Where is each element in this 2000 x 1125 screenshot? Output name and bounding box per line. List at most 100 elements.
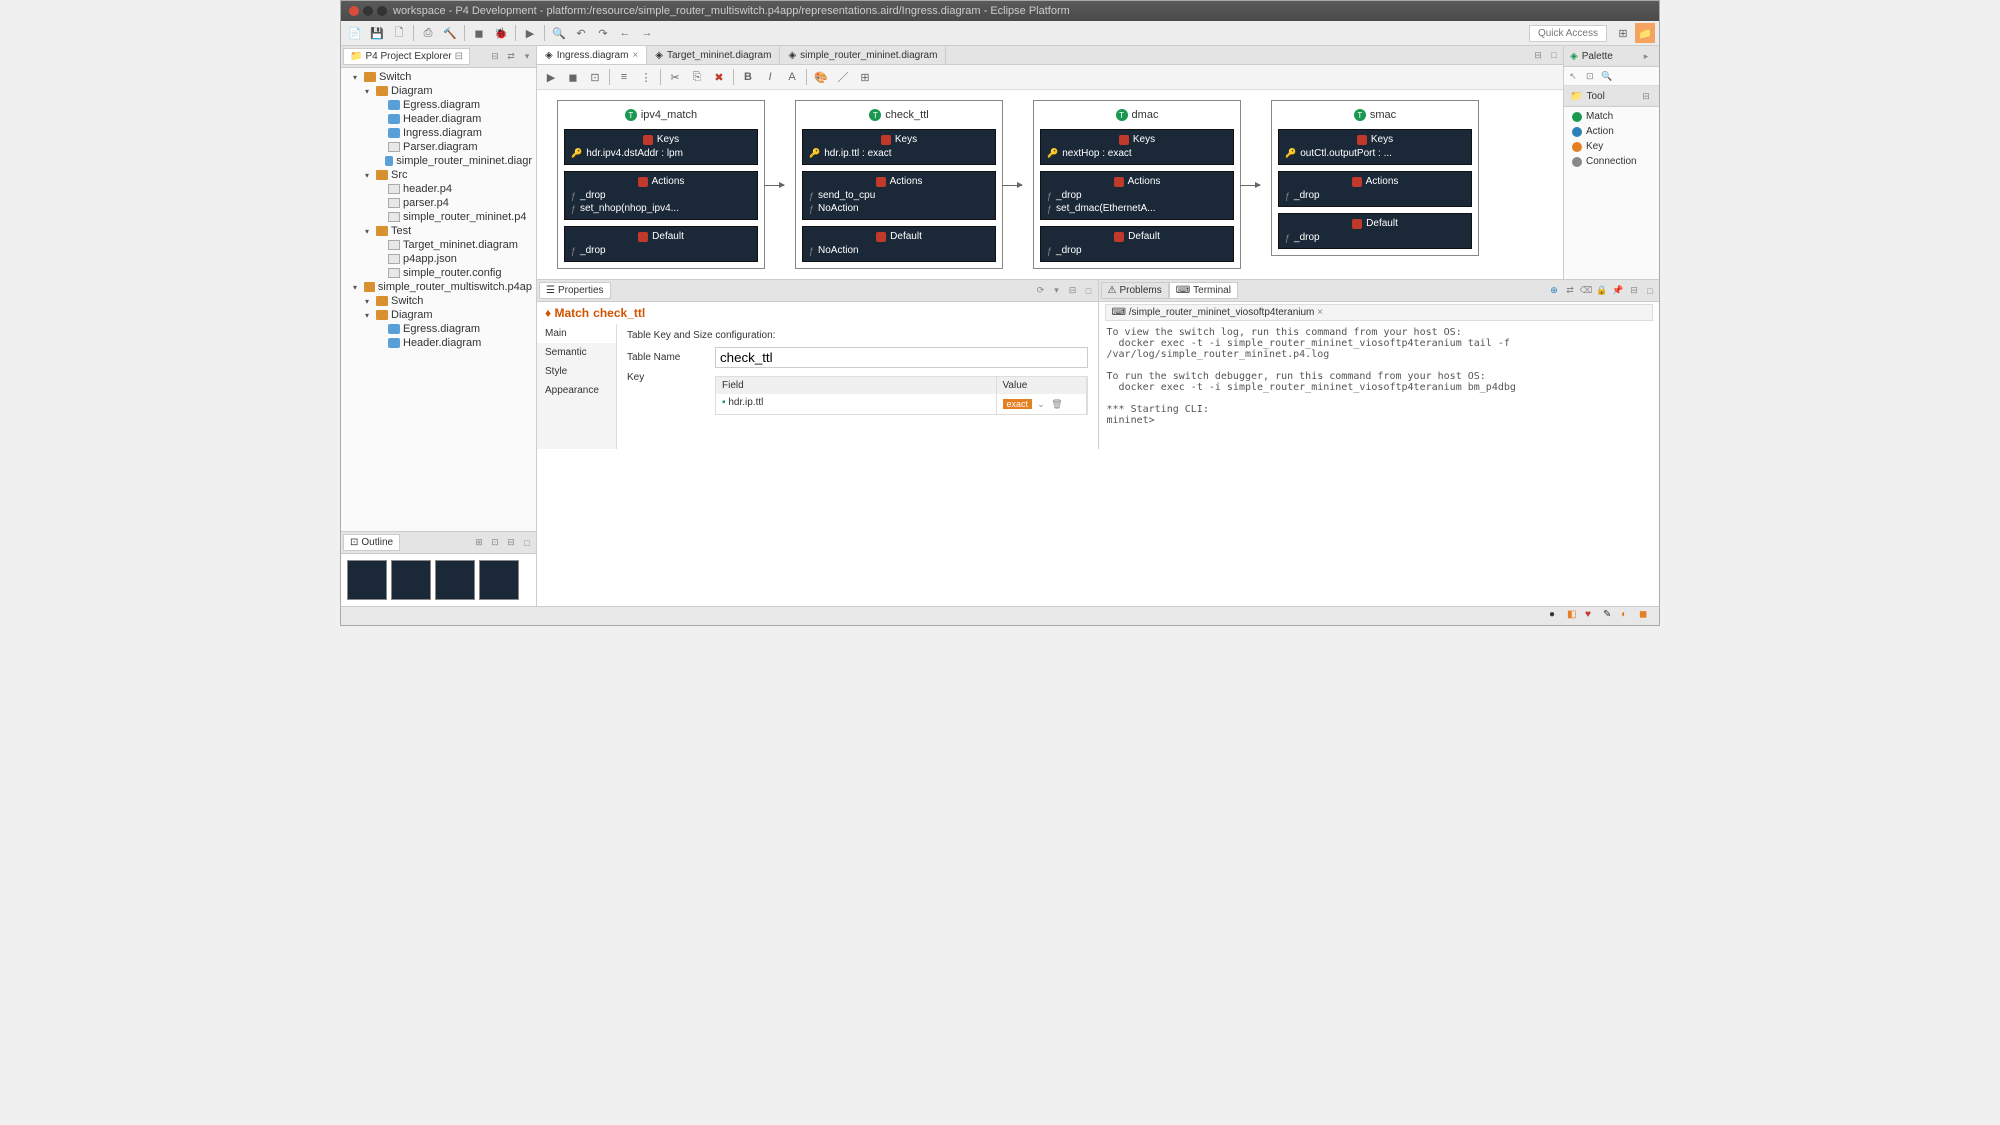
line-color-button[interactable]: ／ bbox=[833, 67, 853, 87]
open-perspective-button[interactable]: ⊞ bbox=[1613, 23, 1633, 43]
clear-button[interactable]: ⌫ bbox=[1579, 284, 1593, 298]
minimize-window-icon[interactable] bbox=[363, 6, 373, 16]
maximize-window-icon[interactable] bbox=[377, 6, 387, 16]
stop-button[interactable]: ◼ bbox=[469, 23, 489, 43]
outline-tab[interactable]: ⊡ Outline bbox=[343, 534, 400, 551]
save-button[interactable]: 💾 bbox=[367, 23, 387, 43]
font-button[interactable]: A bbox=[782, 67, 802, 87]
status-icon[interactable]: ✎ bbox=[1603, 609, 1617, 623]
tree-item[interactable]: simple_router_mininet.diagr bbox=[345, 154, 532, 168]
project-tree[interactable]: ▾Switch▾DiagramEgress.diagramHeader.diag… bbox=[341, 68, 536, 531]
undo-button[interactable]: ↶ bbox=[571, 23, 591, 43]
tree-item[interactable]: parser.p4 bbox=[345, 196, 532, 210]
maximize-icon[interactable]: □ bbox=[1082, 284, 1096, 298]
view-menu-button[interactable]: ▾ bbox=[520, 50, 534, 64]
collapse-all-button[interactable]: ⊟ bbox=[488, 50, 502, 64]
tree-item[interactable]: header.p4 bbox=[345, 182, 532, 196]
new-terminal-button[interactable]: ⊕ bbox=[1547, 284, 1561, 298]
pin-button[interactable]: 📌 bbox=[1611, 284, 1625, 298]
run-button[interactable]: ▶ bbox=[520, 23, 540, 43]
tree-item[interactable]: simple_router.config bbox=[345, 266, 532, 280]
status-icon[interactable]: ● bbox=[1549, 609, 1563, 623]
debug-button[interactable]: 🐞 bbox=[491, 23, 511, 43]
action-item[interactable]: ƒ_drop bbox=[1285, 189, 1465, 202]
properties-side-tab[interactable]: Appearance bbox=[537, 381, 616, 400]
terminal-session-tab[interactable]: ⌨ /simple_router_mininet_viosoftp4terani… bbox=[1105, 304, 1654, 321]
outline-thumb[interactable] bbox=[347, 560, 387, 600]
action-item[interactable]: ƒset_dmac(EthernetA... bbox=[1047, 202, 1227, 215]
palette-group-header[interactable]: 📁 Tool ⊟ bbox=[1564, 86, 1659, 107]
palette-item[interactable]: Action bbox=[1568, 124, 1655, 139]
tree-item[interactable]: ▾Src bbox=[345, 168, 532, 182]
diagram-node[interactable]: TdmacKeys🔑nextHop : exactActionsƒ_dropƒs… bbox=[1033, 100, 1241, 269]
problems-tab[interactable]: ⚠ Problems bbox=[1101, 282, 1169, 299]
tree-item[interactable]: Header.diagram bbox=[345, 336, 532, 350]
scroll-lock-button[interactable]: 🔒 bbox=[1595, 284, 1609, 298]
diagram-node[interactable]: Tipv4_matchKeys🔑hdr.ipv4.dstAddr : lpmAc… bbox=[557, 100, 765, 269]
italic-button[interactable]: I bbox=[760, 67, 780, 87]
action-item[interactable]: ƒsend_to_cpu bbox=[809, 189, 989, 202]
zoom-fit-button[interactable]: ⊡ bbox=[585, 67, 605, 87]
diagram-node[interactable]: Tcheck_ttlKeys🔑hdr.ip.ttl : exactActions… bbox=[795, 100, 1003, 269]
tree-item[interactable]: ▾Diagram bbox=[345, 308, 532, 322]
terminal-tab[interactable]: ⌨ Terminal bbox=[1169, 282, 1238, 299]
diagram-canvas[interactable]: Tipv4_matchKeys🔑hdr.ipv4.dstAddr : lpmAc… bbox=[537, 90, 1563, 279]
status-icon[interactable]: ◧ bbox=[1567, 609, 1581, 623]
tree-item[interactable]: Target_mininet.diagram bbox=[345, 238, 532, 252]
palette-item[interactable]: Match bbox=[1568, 109, 1655, 124]
chevron-icon[interactable]: ⊟ bbox=[1639, 89, 1653, 103]
default-item[interactable]: ƒ_drop bbox=[571, 244, 751, 257]
editor-tab[interactable]: ◈simple_router_mininet.diagram bbox=[780, 46, 946, 64]
table-name-input[interactable] bbox=[715, 347, 1088, 368]
properties-side-tab[interactable]: Semantic bbox=[537, 343, 616, 362]
maximize-icon[interactable]: □ bbox=[520, 536, 534, 550]
tree-item[interactable]: Egress.diagram bbox=[345, 322, 532, 336]
tree-item[interactable]: ▾Diagram bbox=[345, 84, 532, 98]
minimize-icon[interactable]: ⊟ bbox=[1627, 284, 1641, 298]
properties-side-tab[interactable]: Style bbox=[537, 362, 616, 381]
copy-button[interactable]: ⎘ bbox=[687, 67, 707, 87]
tree-item[interactable]: ▾Switch bbox=[345, 70, 532, 84]
editor-tab[interactable]: ◈Ingress.diagram× bbox=[537, 46, 647, 64]
zoom-tool-button[interactable]: 🔍 bbox=[1600, 69, 1614, 83]
palette-pin-icon[interactable]: ▸ bbox=[1639, 49, 1653, 63]
tree-item[interactable]: Parser.diagram bbox=[345, 140, 532, 154]
align-button[interactable]: ≡ bbox=[614, 67, 634, 87]
forward-button[interactable]: → bbox=[637, 23, 657, 43]
new-button[interactable]: 📄 bbox=[345, 23, 365, 43]
outline-thumb[interactable] bbox=[391, 560, 431, 600]
maximize-icon[interactable]: □ bbox=[1547, 48, 1561, 62]
toggle-button[interactable]: ⇄ bbox=[1563, 284, 1577, 298]
marquee-tool-button[interactable]: ⊡ bbox=[1583, 69, 1597, 83]
search-button[interactable]: 🔍 bbox=[549, 23, 569, 43]
delete-icon[interactable]: 🗑 bbox=[1050, 397, 1064, 411]
minimize-icon[interactable]: ⊟ bbox=[504, 536, 518, 550]
tree-item[interactable]: ▾simple_router_multiswitch.p4ap bbox=[345, 280, 532, 294]
link-editor-button[interactable]: ⇄ bbox=[504, 50, 518, 64]
outline-thumb[interactable] bbox=[479, 560, 519, 600]
grid-button[interactable]: ⊞ bbox=[855, 67, 875, 87]
status-icon[interactable]: ♥ bbox=[1585, 609, 1599, 623]
close-icon[interactable]: × bbox=[1317, 307, 1323, 318]
delete-button[interactable]: ✖ bbox=[709, 67, 729, 87]
print-button[interactable]: ⎙ bbox=[418, 23, 438, 43]
status-icon[interactable]: ◼ bbox=[1639, 609, 1653, 623]
editor-tab[interactable]: ◈Target_mininet.diagram bbox=[647, 46, 780, 64]
cut-button[interactable]: ✂ bbox=[665, 67, 685, 87]
dropdown-icon[interactable]: ⌄ bbox=[1034, 397, 1048, 411]
outline-toggle-2[interactable]: ⊡ bbox=[488, 536, 502, 550]
save-all-button[interactable]: 🗋 bbox=[389, 23, 409, 43]
back-button[interactable]: ← bbox=[615, 23, 635, 43]
build-button[interactable]: 🔨 bbox=[440, 23, 460, 43]
key-item[interactable]: 🔑outCtl.outputPort : ... bbox=[1285, 147, 1465, 160]
key-table-row[interactable]: ▪ hdr.ip.ttl exact ⌄ 🗑 bbox=[716, 394, 1087, 414]
default-item[interactable]: ƒ_drop bbox=[1047, 244, 1227, 257]
play-button[interactable]: ▶ bbox=[541, 67, 561, 87]
action-item[interactable]: ƒ_drop bbox=[571, 189, 751, 202]
key-item[interactable]: 🔑hdr.ip.ttl : exact bbox=[809, 147, 989, 160]
action-item[interactable]: ƒNoAction bbox=[809, 202, 989, 215]
diagram-node[interactable]: TsmacKeys🔑outCtl.outputPort : ...Actions… bbox=[1271, 100, 1479, 256]
default-item[interactable]: ƒNoAction bbox=[809, 244, 989, 257]
tree-item[interactable]: ▾Test bbox=[345, 224, 532, 238]
outline-toggle-1[interactable]: ⊞ bbox=[472, 536, 486, 550]
